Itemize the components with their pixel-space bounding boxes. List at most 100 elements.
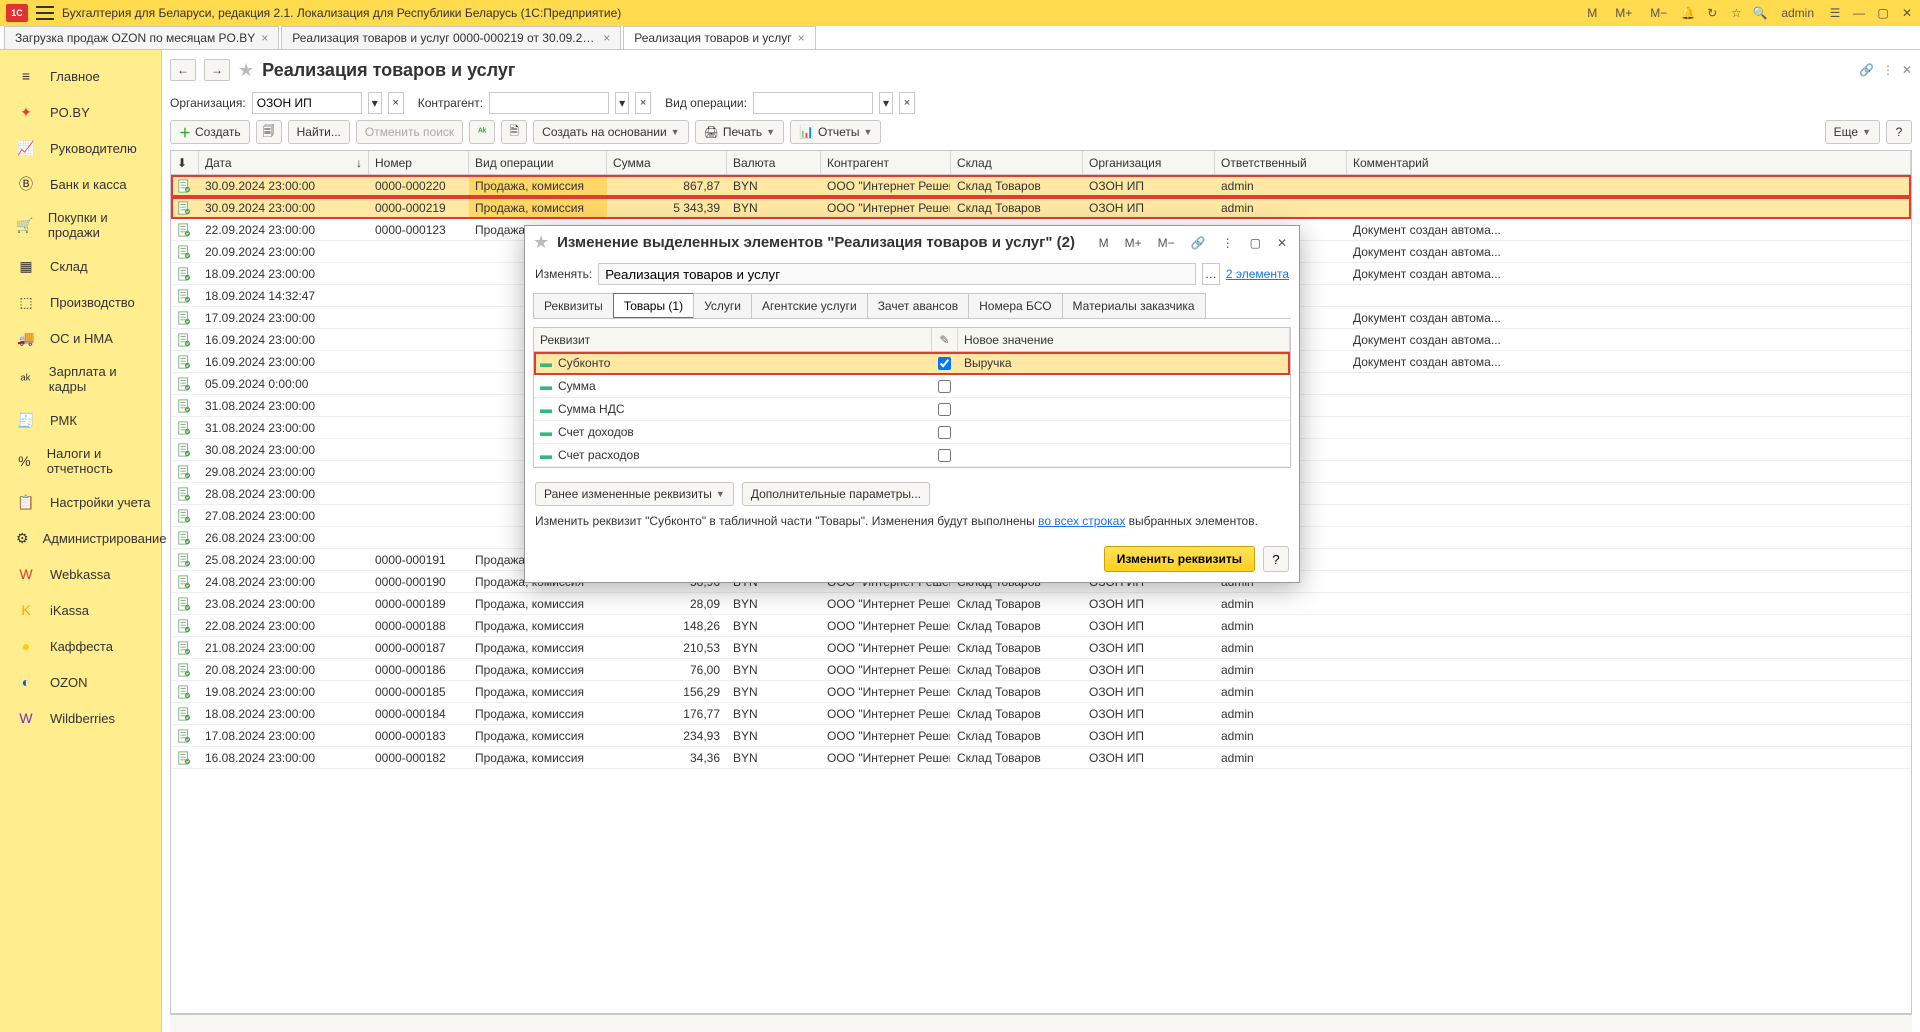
minimize-icon[interactable]: — [1852,6,1866,20]
mcol-val[interactable]: Новое значение [958,328,1290,351]
table-row[interactable]: 30.09.2024 23:00:000000-000220Продажа, к… [171,175,1911,197]
sidebar-item[interactable]: %Налоги и отчетность [0,438,161,484]
page-more-icon[interactable]: ⋮ [1882,63,1894,77]
sidebar-item[interactable]: ⬚Производство [0,284,161,320]
col-resp[interactable]: Ответственный [1215,151,1347,174]
modal-tab[interactable]: Агентские услуги [751,293,868,318]
modal-m-button[interactable]: M [1095,234,1113,252]
create-button[interactable]: ＋Создать [170,120,250,144]
doc-tab[interactable]: Реализация товаров и услуг× [623,26,815,49]
mcell-value[interactable]: Выручка [958,352,1290,374]
sidebar-item[interactable]: ✦PO.BY [0,94,161,130]
sidebar-item[interactable]: 📈Руководителю [0,130,161,166]
row-checkbox[interactable] [938,426,951,439]
modal-link-icon[interactable]: 🔗 [1187,234,1210,252]
history-icon[interactable]: ↻ [1705,6,1719,20]
calc-mminus-button[interactable]: M− [1646,4,1671,22]
create-based-button[interactable]: Создать на основании▼ [533,120,688,144]
mcol-rek[interactable]: Реквизит [534,328,932,351]
print-button[interactable]: 🖨Печать▼ [695,120,784,144]
tab-close-icon[interactable]: × [261,31,268,45]
mcell-value[interactable] [958,444,1290,466]
ca-clear-icon[interactable]: × [635,92,651,114]
mcell-value[interactable] [958,398,1290,420]
menu-icon[interactable] [36,6,54,20]
nav-back-button[interactable]: ← [170,59,196,81]
elements-count-link[interactable]: 2 элемента [1226,267,1289,281]
reports-button[interactable]: 📊Отчеты▼ [790,120,881,144]
sidebar-item[interactable]: KiKassa [0,592,161,628]
page-close-icon[interactable]: ✕ [1902,63,1912,77]
sidebar-item[interactable]: 🛒Покупки и продажи [0,202,161,248]
copy-button[interactable]: 🗐 [256,120,282,144]
modal-row[interactable]: ▬Сумма НДС [534,398,1290,421]
calc-mplus-button[interactable]: M+ [1611,4,1636,22]
sidebar-item[interactable]: ≡Главное [0,58,161,94]
settings-icon[interactable]: ☰ [1828,6,1842,20]
modal-more-icon[interactable]: ⋮ [1218,234,1238,252]
modal-row[interactable]: ▬Счет расходов [534,444,1290,467]
table-row[interactable]: 19.08.2024 23:00:000000-000185Продажа, к… [171,681,1911,703]
doc-tab[interactable]: Загрузка продаж OZON по месяцам PO.BY× [4,26,279,49]
sidebar-item[interactable]: ᵃᵏЗарплата и кадры [0,356,161,402]
change-input[interactable] [598,263,1196,285]
close-app-icon[interactable]: ✕ [1900,6,1914,20]
col-ca[interactable]: Контрагент [821,151,951,174]
table-row[interactable]: 17.08.2024 23:00:000000-000183Продажа, к… [171,725,1911,747]
dt-kt-button[interactable]: ᴬᵏ [469,120,495,144]
op-dropdown-icon[interactable]: ▾ [879,92,893,114]
row-checkbox[interactable] [938,380,951,393]
modal-row[interactable]: ▬Сумма [534,375,1290,398]
prev-changed-button[interactable]: Ранее измененные реквизиты▼ [535,482,734,506]
col-cur[interactable]: Валюта [727,151,821,174]
col-sum[interactable]: Сумма [607,151,727,174]
extra-params-button[interactable]: Дополнительные параметры... [742,482,930,506]
all-rows-link[interactable]: во всех строках [1038,514,1125,528]
col-wh[interactable]: Склад [951,151,1083,174]
row-checkbox[interactable] [938,449,951,462]
bell-icon[interactable]: 🔔 [1681,6,1695,20]
sidebar-item[interactable]: ◐OZON [0,664,161,700]
calc-m-button[interactable]: M [1583,4,1601,22]
table-row[interactable]: 22.08.2024 23:00:000000-000188Продажа, к… [171,615,1911,637]
ca-input[interactable] [489,92,609,114]
maximize-icon[interactable]: ▢ [1876,6,1890,20]
search-icon[interactable]: 🔍 [1753,6,1767,20]
modal-tab[interactable]: Услуги [693,293,752,318]
help-button[interactable]: ? [1886,120,1912,144]
modal-tab[interactable]: Номера БСО [968,293,1062,318]
modal-tab[interactable]: Зачет авансов [867,293,969,318]
favorite-star-icon[interactable]: ★ [238,60,254,81]
more-button[interactable]: Еще▼ [1825,120,1880,144]
modal-tab[interactable]: Реквизиты [533,293,614,318]
doc-tab[interactable]: Реализация товаров и услуг 0000-000219 о… [281,26,621,49]
mcell-check[interactable] [932,398,958,420]
col-org[interactable]: Организация [1083,151,1215,174]
mcell-check[interactable] [932,375,958,397]
col-op[interactable]: Вид операции [469,151,607,174]
org-dropdown-icon[interactable]: ▾ [368,92,382,114]
row-checkbox[interactable] [938,357,951,370]
org-input[interactable] [252,92,362,114]
table-row[interactable]: 18.08.2024 23:00:000000-000184Продажа, к… [171,703,1911,725]
modal-maximize-icon[interactable]: ▢ [1246,234,1265,252]
org-clear-icon[interactable]: × [388,92,404,114]
col-num[interactable]: Номер [369,151,469,174]
sidebar-item[interactable]: 🚚ОС и НМА [0,320,161,356]
bottom-scrollbar[interactable] [170,1014,1912,1032]
modal-close-icon[interactable]: ✕ [1273,234,1291,252]
sidebar-item[interactable]: 🧾РМК [0,402,161,438]
modal-row[interactable]: ▬Счет доходов [534,421,1290,444]
table-row[interactable]: 30.09.2024 23:00:000000-000219Продажа, к… [171,197,1911,219]
mcell-check[interactable] [932,444,958,466]
sidebar-item[interactable]: ⚙Администрирование [0,520,161,556]
sidebar-item[interactable]: WWebkassa [0,556,161,592]
table-row[interactable]: 16.08.2024 23:00:000000-000182Продажа, к… [171,747,1911,769]
table-row[interactable]: 21.08.2024 23:00:000000-000187Продажа, к… [171,637,1911,659]
col-icon[interactable]: ⬇ [171,151,199,174]
sidebar-item[interactable]: ●Каффеста [0,628,161,664]
modal-star-icon[interactable]: ★ [533,232,549,253]
table-row[interactable]: 23.08.2024 23:00:000000-000189Продажа, к… [171,593,1911,615]
op-clear-icon[interactable]: × [899,92,915,114]
sidebar-item[interactable]: 📋Настройки учета [0,484,161,520]
